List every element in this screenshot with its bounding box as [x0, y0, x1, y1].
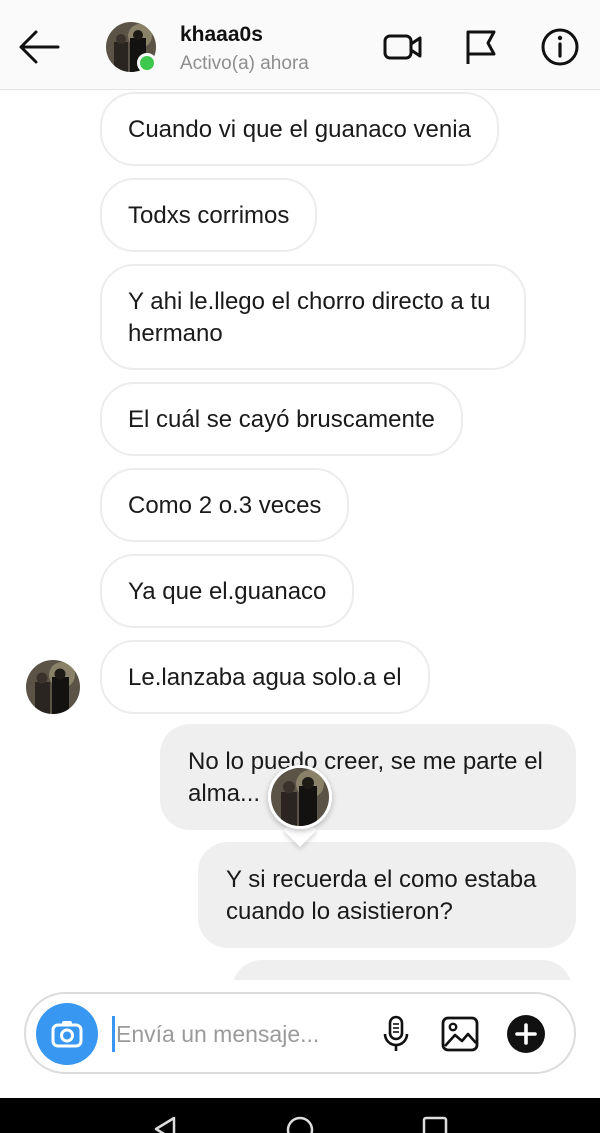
incoming-message[interactable]: Como 2 o.3 veces	[100, 468, 350, 542]
contact-status: Activo(a) ahora	[180, 53, 309, 74]
info-icon	[541, 28, 579, 66]
info-button[interactable]	[537, 24, 583, 70]
contact-username[interactable]: khaaa0s	[180, 23, 263, 47]
online-status-dot	[137, 53, 157, 73]
incoming-message[interactable]: Todxs corrimos	[100, 178, 318, 252]
incoming-message[interactable]: Le.lanzaba agua solo.a el	[100, 640, 430, 714]
chat-header: khaaa0s Activo(a) ahora	[0, 0, 600, 90]
microphone-icon	[383, 1015, 409, 1051]
text-cursor	[112, 1016, 115, 1052]
video-call-button[interactable]	[380, 24, 426, 70]
gallery-icon	[441, 1016, 479, 1052]
gallery-button[interactable]	[438, 1012, 482, 1056]
incoming-message[interactable]: Cuando vi que el guanaco venia	[100, 92, 499, 166]
outgoing-message[interactable]: Y si recuerda el como estaba cuando lo a…	[198, 842, 576, 948]
video-camera-icon	[383, 34, 422, 60]
voice-message-button[interactable]	[374, 1012, 418, 1056]
camera-button[interactable]	[36, 1003, 98, 1065]
sender-avatar[interactable]	[26, 660, 80, 714]
system-navigation-bar	[0, 1098, 600, 1133]
more-options-button[interactable]	[504, 1012, 548, 1056]
plus-icon	[507, 1015, 545, 1053]
incoming-message[interactable]: El cuál se cayó bruscamente	[100, 382, 463, 456]
camera-icon	[51, 1021, 83, 1048]
nav-recents-icon[interactable]	[420, 1114, 450, 1133]
outgoing-message[interactable]: No lo puedo creer, se me parte el alma..…	[160, 724, 576, 830]
incoming-message[interactable]: Ya que el.guanaco	[100, 554, 355, 628]
message-input[interactable]	[116, 1012, 366, 1056]
message-composer	[24, 992, 576, 1074]
report-flag-button[interactable]	[458, 24, 504, 70]
seen-indicator-avatar	[268, 765, 332, 829]
message-thread[interactable]: Cuando vi que el guanaco venia Todxs cor…	[0, 90, 600, 980]
incoming-message[interactable]: Y ahi le.llego el chorro directo a tu he…	[100, 264, 526, 370]
outgoing-message-partial[interactable]	[232, 960, 572, 980]
back-arrow-icon	[19, 30, 60, 64]
flag-icon	[466, 30, 496, 64]
nav-home-icon[interactable]	[284, 1114, 316, 1133]
back-button[interactable]	[14, 22, 64, 72]
nav-back-icon[interactable]	[150, 1114, 180, 1133]
